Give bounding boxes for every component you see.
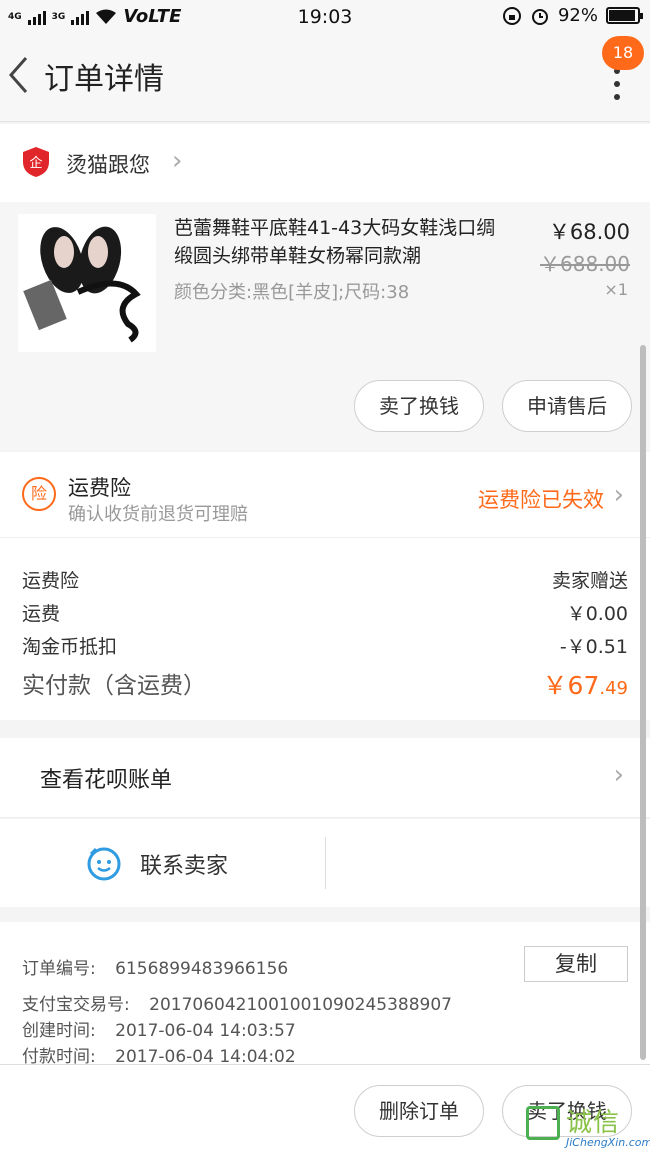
watermark-sub: JiChengXin.com: [566, 1136, 650, 1149]
page-title: 订单详情: [44, 62, 164, 97]
alipay-row: 支付宝交易号: 2017060421001001090245388907: [22, 990, 452, 1015]
svg-text:企: 企: [29, 155, 42, 171]
cost-label: 淘金币抵扣: [22, 636, 118, 658]
notification-badge: 18: [602, 36, 644, 70]
delete-order-button[interactable]: 删除订单: [354, 1085, 484, 1137]
shipping-insurance-row[interactable]: 险 运费险 确认收货前退货可理赔 运费险已失效 ›: [0, 452, 650, 538]
scrollbar[interactable]: [640, 345, 646, 1060]
battery-icon: [606, 7, 643, 24]
insurance-subtitle: 确认收货前退货可理赔: [68, 504, 248, 525]
cost-row: 运费 ￥0.00: [22, 599, 628, 626]
status-bar: 4G 3G VoLTE 19:03 92%: [0, 0, 650, 34]
cost-label: 运费: [22, 603, 61, 625]
contact-bar: 联系卖家: [0, 819, 650, 907]
created-time: 2017-06-04 14:03:57: [115, 1021, 296, 1041]
insurance-title: 运费险: [68, 476, 131, 500]
store-name[interactable]: 烫猫跟您: [66, 149, 150, 179]
insurance-status[interactable]: 运费险已失效: [478, 484, 604, 514]
total-amount: ￥67.49: [543, 666, 628, 702]
store-shield-icon: 企: [23, 147, 49, 177]
product-image[interactable]: [18, 214, 156, 352]
more-menu-icon[interactable]: [612, 68, 622, 128]
cost-value: 卖家赠送: [551, 570, 628, 592]
nav-bar: 订单详情 18: [0, 34, 650, 122]
total-main: ￥67: [542, 671, 600, 700]
cost-value: ￥0.00: [566, 603, 628, 625]
total-label: 实付款（含运费）: [22, 673, 206, 699]
order-number-row: 订单编号: 6156899483966156: [22, 954, 288, 979]
created-row: 创建时间: 2017-06-04 14:03:57: [22, 1016, 296, 1041]
alipay-number: 2017060421001001090245388907: [149, 995, 452, 1015]
watermark-text: 诚信: [566, 1108, 621, 1138]
insurance-chevron-icon: ›: [613, 480, 624, 510]
status-right: 92%: [502, 5, 643, 26]
cost-value: -￥0.51: [559, 636, 628, 658]
product-original-price: ￥688.00: [540, 252, 630, 276]
alipay-label: 支付宝交易号:: [22, 995, 130, 1015]
huabei-bill-row[interactable]: 查看花呗账单 ›: [0, 738, 650, 818]
cost-label: 运费险: [22, 570, 80, 592]
after-sale-button[interactable]: 申请售后: [502, 380, 632, 432]
back-arrow-icon[interactable]: [6, 50, 36, 100]
copy-button[interactable]: 复制: [524, 946, 628, 982]
product-quantity: ×1: [604, 280, 628, 299]
contact-seller-button[interactable]: 联系卖家: [140, 848, 228, 880]
order-number: 6156899483966156: [115, 959, 289, 979]
product-title[interactable]: 芭蕾舞鞋平底鞋41-43大码女鞋浅口绸缎圆头绑带单鞋女杨幂同款潮: [174, 214, 514, 270]
chat-smiley-icon[interactable]: [86, 845, 122, 881]
created-label: 创建时间:: [22, 1021, 96, 1041]
store-chevron-icon: ›: [172, 146, 183, 176]
watermark-box-icon: [526, 1106, 560, 1140]
store-row[interactable]: 企 烫猫跟您 ›: [0, 124, 650, 202]
alarm-icon: [531, 8, 548, 25]
contact-divider: [325, 837, 326, 889]
huabei-bill-label[interactable]: 查看花呗账单: [40, 762, 172, 794]
order-item[interactable]: 芭蕾舞鞋平底鞋41-43大码女鞋浅口绸缎圆头绑带单鞋女杨幂同款潮 颜色分类:黑色…: [0, 202, 650, 450]
rotation-lock-icon: [502, 6, 521, 25]
battery-percent: 92%: [557, 5, 598, 26]
product-spec: 颜色分类:黑色[羊皮];尺码:38: [174, 282, 410, 303]
product-price: ￥68.00: [548, 220, 630, 244]
huabei-chevron-icon: ›: [613, 760, 624, 790]
order-info: 订单编号: 6156899483966156 复制 支付宝交易号: 201706…: [0, 922, 650, 1067]
cost-row: 淘金币抵扣 -￥0.51: [22, 632, 628, 659]
total-row: 实付款（含运费） ￥67.49: [22, 666, 628, 700]
cost-breakdown: 运费险 卖家赠送 运费 ￥0.00 淘金币抵扣 -￥0.51 实付款（含运费） …: [0, 538, 650, 720]
insurance-icon: 险: [22, 477, 56, 511]
cost-row: 运费险 卖家赠送: [22, 566, 628, 593]
order-number-label: 订单编号:: [22, 959, 96, 979]
watermark-logo: 诚信 JiChengXin.com: [520, 1100, 650, 1155]
sell-for-cash-button[interactable]: 卖了换钱: [354, 380, 484, 432]
total-decimal: .49: [599, 678, 628, 699]
